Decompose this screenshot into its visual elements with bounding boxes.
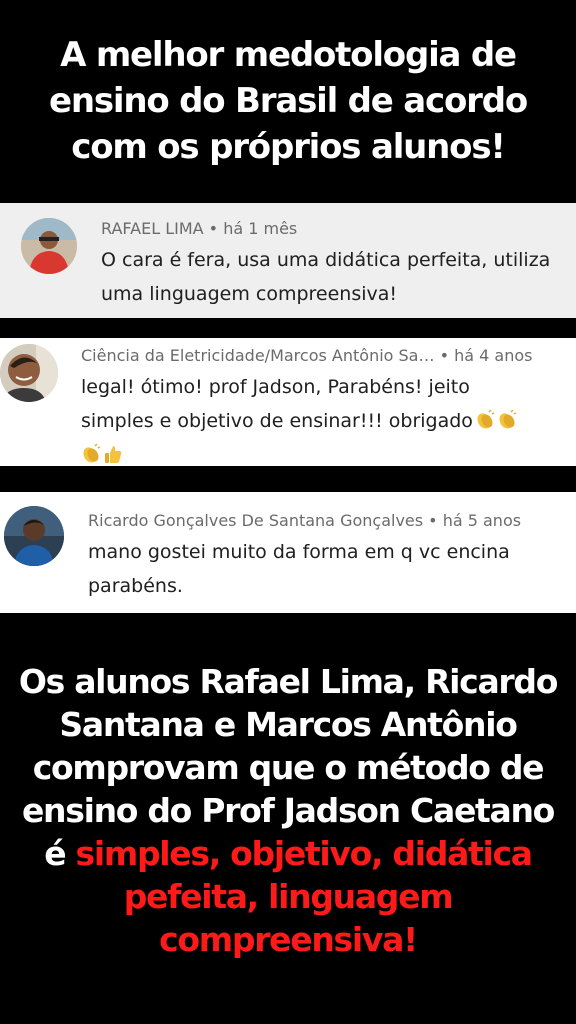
comment-card: Ricardo Gonçalves De Santana Gonçalves •… — [0, 492, 576, 613]
comment-line: simples e objetivo de ensinar!!! obrigad… — [81, 404, 561, 438]
summary-line: comprovam que o método de — [32, 748, 545, 787]
comment-line: parabéns. — [88, 575, 183, 597]
comment-meta: RAFAEL LIMA • há 1 mês — [101, 219, 298, 238]
comment-text: O cara é fera, usa uma didática perfeita… — [101, 243, 561, 311]
summary-line: ensino do Prof Jadson Caetano — [21, 791, 555, 830]
avatar[interactable] — [21, 218, 77, 274]
summary-line: Os alunos Rafael Lima, Ricardo — [18, 662, 558, 701]
comment-text: mano gostei muito da forma em q vc encin… — [88, 535, 558, 603]
comment-meta: Ciência da Eletricidade/Marcos Antônio S… — [81, 346, 533, 365]
comment-line: legal! ótimo! prof Jadson, Parabéns! jei… — [81, 376, 470, 398]
comment-line-text: simples e objetivo de ensinar!!! obrigad… — [81, 410, 473, 432]
comment-text: legal! ótimo! prof Jadson, Parabéns! jei… — [81, 370, 561, 466]
comment-line: mano gostei muito da forma em q vc encin… — [88, 541, 510, 563]
headline-line: ensino do Brasil de acordo — [48, 81, 528, 121]
summary-prefix: é — [44, 834, 76, 873]
clapping-hands-icon — [475, 407, 495, 429]
clapping-hands-icon — [81, 441, 101, 463]
summary-highlight: simples, objetivo, didática — [75, 834, 534, 873]
avatar[interactable] — [4, 506, 64, 566]
comment-line — [81, 438, 561, 466]
headline-line: A melhor medotologia de — [60, 35, 517, 75]
comment-meta: Ricardo Gonçalves De Santana Gonçalves •… — [88, 511, 522, 530]
headline-line: com os próprios alunos! — [71, 127, 506, 167]
clapping-hands-icon — [497, 407, 517, 429]
thumbs-up-icon — [103, 441, 123, 463]
headline: A melhor medotologia de ensino do Brasil… — [0, 32, 576, 170]
comment-card: Ciência da Eletricidade/Marcos Antônio S… — [0, 338, 576, 466]
comment-card: RAFAEL LIMA • há 1 mês O cara é fera, us… — [0, 203, 576, 318]
summary-highlight-line: compreensiva! — [159, 920, 418, 959]
avatar[interactable] — [0, 344, 58, 402]
summary-highlight-line: pefeita, linguagem — [123, 877, 454, 916]
comment-line: O cara é fera, usa uma didática perfeita… — [101, 249, 551, 271]
summary-text: Os alunos Rafael Lima, Ricardo Santana e… — [0, 660, 576, 961]
comment-line: uma linguagem compreensiva! — [101, 283, 398, 305]
summary-line: Santana e Marcos Antônio — [59, 705, 518, 744]
summary-line: é simples, objetivo, didática — [0, 832, 576, 875]
